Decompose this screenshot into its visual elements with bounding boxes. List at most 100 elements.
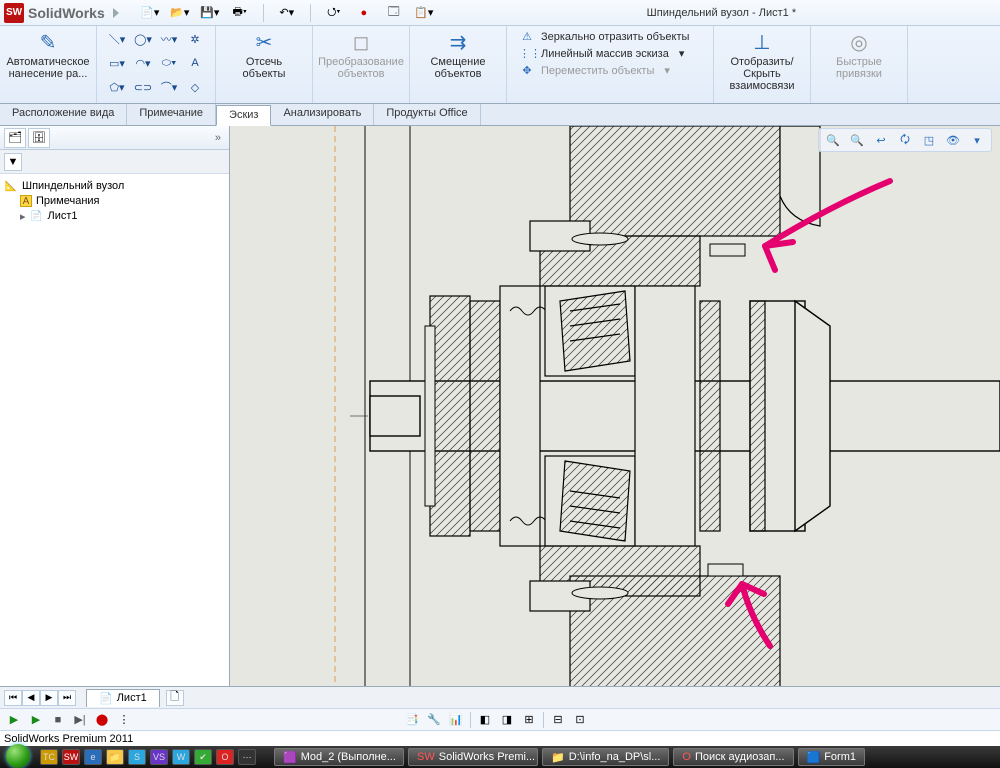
tool-b[interactable]: 🔧 [426,712,442,728]
text-tool-button[interactable]: A [183,52,207,74]
tree-sheet1[interactable]: ▸ 📄 Лист1 [2,208,227,224]
feature-manager-panel: 🗂 🗄 » ▼ 📐 Шпиндельний вузол A Примечания… [0,126,230,730]
hide-show-button[interactable]: 👁 [943,131,963,149]
tool-e[interactable]: ◨ [499,712,515,728]
status-bar: SolidWorks Premium 2011 [0,730,1000,746]
tool-c[interactable]: 📊 [448,712,464,728]
command-tabs: Расположение вида Примечание Эскиз Анали… [0,104,1000,126]
ellipse-tool-button[interactable]: ⬭▾ [157,52,181,74]
tab-office[interactable]: Продукты Office [374,104,480,125]
sheet-prev-button[interactable]: ◀ [22,690,40,706]
tool-f[interactable]: ⊞ [521,712,537,728]
drawing-canvas[interactable]: 🔍 🔍 ↩ 🗘 ◳ 👁 ▾ [230,126,1000,730]
ql-icon[interactable]: 📁 [106,749,124,765]
fm-tab-tree[interactable]: 🗂 [4,128,26,148]
ql-icon[interactable]: ⋯ [238,749,256,765]
select-button[interactable]: ⭯▾ [321,3,347,23]
expand-icon[interactable]: ▸ [20,210,26,223]
display-style-button[interactable]: ◳ [919,131,939,149]
tool-d[interactable]: ◧ [477,712,493,728]
task-form1[interactable]: 🟦Form1 [798,748,865,766]
ql-icon[interactable]: VS [150,749,168,765]
play-end-button[interactable]: ▶| [72,712,88,728]
move-entities-button[interactable]: ✥ Переместить объекты▾ [515,62,705,79]
sheet-last-button[interactable]: ⏭ [58,690,76,706]
play-start-button[interactable]: ▶ [6,712,22,728]
sheet-next-button[interactable]: ▶ [40,690,58,706]
offset-entities-button[interactable]: ⇉ Смещение объектов [418,28,498,80]
ribbon-group-pattern: ⚠ Зеркально отразить объекты ⋮⋮ Линейный… [507,26,714,103]
new-button[interactable]: 📄▾ [137,3,163,23]
speed-button[interactable]: ⋮ [116,712,132,728]
sheet-first-button[interactable]: ⏮ [4,690,22,706]
section-view-button[interactable]: 🗘 [895,131,915,149]
arc-tool-button[interactable]: ◠▾ [131,52,155,74]
ql-icon[interactable]: S [128,749,146,765]
print-button[interactable]: 🖶▾ [227,3,253,23]
tree-annotations[interactable]: A Примечания [2,194,227,208]
sheet-tab-1[interactable]: 📄 Лист1 [86,689,160,707]
title-bar: SW SolidWorks 📄▾ 📂▾ 💾▾ 🖶▾ ↶▾ ⭯▾ ● 🗔 📋▾ Ш… [0,0,1000,26]
loop-button[interactable]: ⬤ [94,712,110,728]
quick-snaps-button[interactable]: ◎ Быстрые привязки [819,28,899,80]
ql-icon[interactable]: e [84,749,102,765]
filter-icon[interactable]: ▼ [4,153,22,171]
convert-entities-button[interactable]: ◻ Преобразование объектов [321,28,401,80]
tree-root[interactable]: 📐 Шпиндельний вузол [2,178,227,194]
rebuild-button[interactable]: ● [351,3,377,23]
offset-label: Смещение объектов [430,56,485,80]
tab-view-layout[interactable]: Расположение вида [0,104,127,125]
previous-view-button[interactable]: ↩ [871,131,891,149]
trim-button[interactable]: ✂ Отсечь объекты [224,28,304,80]
open-button[interactable]: 📂▾ [167,3,193,23]
zoom-area-button[interactable]: 🔍 [847,131,867,149]
auto-dimension-button[interactable]: ✎ Автоматическое нанесение ра... [8,28,88,80]
ribbon-group-snaps: ◎ Быстрые привязки [811,26,908,103]
appearance-button[interactable]: ▾ [967,131,987,149]
polygon-tool-button[interactable]: ⬠▾ [105,76,129,98]
ribbon: ✎ Автоматическое нанесение ра... ＼▾ ◯▾ 〰… [0,26,1000,104]
slot-tool-button[interactable]: ⊂⊃ [131,76,155,98]
ql-icon[interactable]: O [216,749,234,765]
tab-evaluate[interactable]: Анализировать [271,104,374,125]
fillet-tool-button[interactable]: ⌒▾ [157,76,181,98]
feature-tree[interactable]: 📐 Шпиндельний вузол A Примечания ▸ 📄 Лис… [0,174,229,730]
plane-tool-button[interactable]: ◇ [183,76,207,98]
panel-collapse-button[interactable]: » [211,132,225,144]
spline-tool-button[interactable]: 〰▾ [157,28,181,50]
stop-button[interactable]: ■ [50,712,66,728]
play-button[interactable]: ▶ [28,712,44,728]
zoom-fit-button[interactable]: 🔍 [823,131,843,149]
task-vs[interactable]: 🟪Mod_2 (Выполне... [274,748,404,766]
circle-tool-button[interactable]: ◯▾ [131,28,155,50]
options-button[interactable]: 🗔 [381,3,407,23]
task-explorer-label: D:\info_na_DP\sl... [569,751,661,763]
ql-icon[interactable]: ✔ [194,749,212,765]
task-sw[interactable]: SWSolidWorks Premi... [408,748,538,766]
line-tool-button[interactable]: ＼▾ [105,28,129,50]
tool-h[interactable]: ⊡ [572,712,588,728]
linear-pattern-button[interactable]: ⋮⋮ Линейный массив эскиза▾ [515,45,705,62]
save-button[interactable]: 💾▾ [197,3,223,23]
display-relations-button[interactable]: ⊥ Отобразить/Скрыть взаимосвязи [722,28,802,92]
undo-button[interactable]: ↶▾ [274,3,300,23]
ribbon-group-display: ⊥ Отобразить/Скрыть взаимосвязи [714,26,811,103]
ql-icon[interactable]: SW [62,749,80,765]
task-opera[interactable]: OПоиск аудиозап... [673,748,793,766]
tree-sheet1-label: Лист1 [48,210,78,222]
fm-tab-config[interactable]: 🗄 [28,128,50,148]
add-sheet-button[interactable]: 🗋 [166,690,184,706]
appearance-button[interactable]: 📋▾ [411,3,437,23]
ql-icon[interactable]: W [172,749,190,765]
ql-icon[interactable]: TC [40,749,58,765]
tab-sketch[interactable]: Эскиз [216,105,271,126]
tab-annotation[interactable]: Примечание [127,104,216,125]
mirror-entities-button[interactable]: ⚠ Зеркально отразить объекты [515,28,705,45]
point-tool-button[interactable]: ✲ [183,28,207,50]
tool-g[interactable]: ⊟ [550,712,566,728]
brand-menu-arrow-icon[interactable] [113,8,119,18]
task-explorer[interactable]: 📁D:\info_na_DP\sl... [542,748,669,766]
rectangle-tool-button[interactable]: ▭▾ [105,52,129,74]
start-button[interactable] [6,744,30,768]
tool-a[interactable]: 📑 [404,712,420,728]
